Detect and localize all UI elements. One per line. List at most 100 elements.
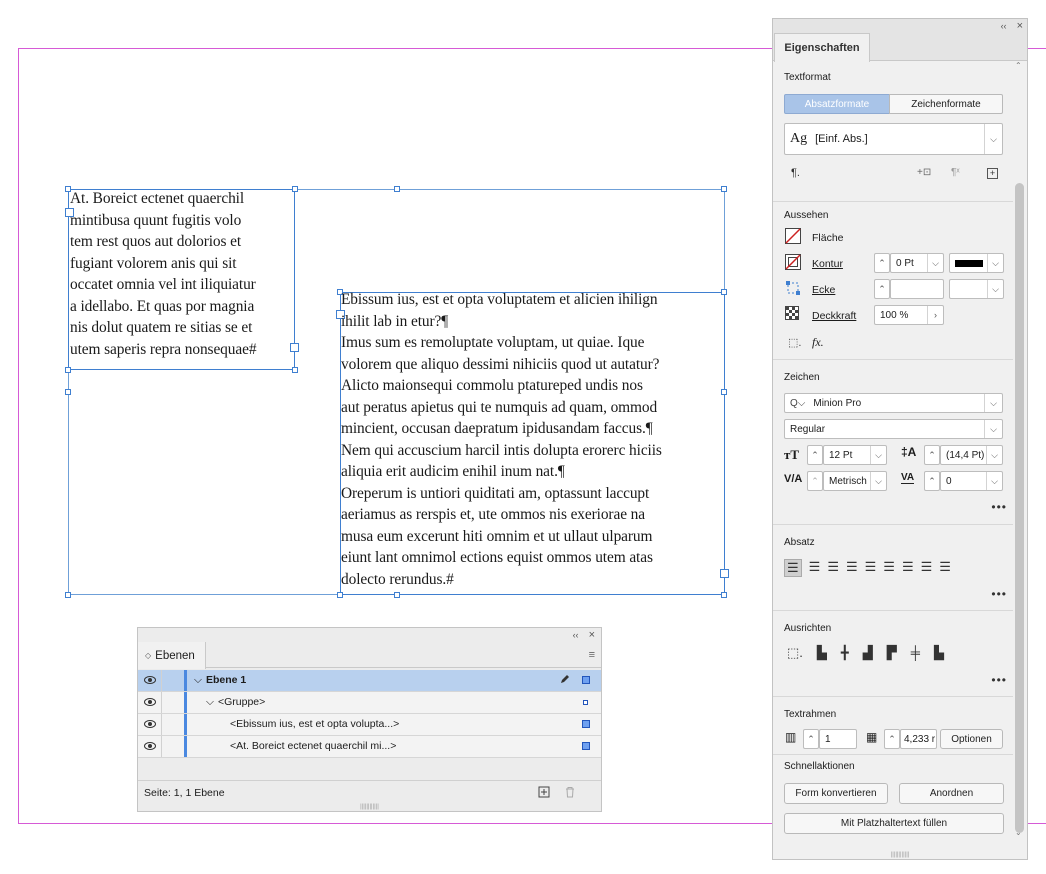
opacity-label[interactable]: Deckkraft [812, 310, 856, 322]
align-horizontal-centers-icon[interactable]: ╋ [841, 645, 849, 661]
tracking-input[interactable]: 0 ⌵ [940, 471, 1003, 491]
selection-square-icon[interactable] [582, 742, 590, 750]
resize-grip[interactable]: |||||||||||| [138, 803, 601, 811]
pilcrow-icon[interactable]: ¶. [791, 167, 800, 179]
align-to-selection-icon[interactable]: ⬚. [787, 645, 803, 661]
eye-icon[interactable] [144, 719, 156, 732]
out-port[interactable] [290, 343, 299, 352]
paragraph-styles-button[interactable]: Absatzformate [784, 94, 890, 114]
layer-row[interactable]: <Ebissum ius, est et opta volupta...> [138, 714, 601, 736]
columns-stepper[interactable]: ⌃ [803, 729, 819, 749]
justify-left-icon[interactable]: ☰ [846, 559, 858, 577]
group-handle[interactable] [721, 389, 727, 395]
tab-properties[interactable]: Eigenschaften [774, 33, 870, 62]
new-layer-icon[interactable] [538, 786, 550, 801]
corner-radius-input[interactable] [890, 279, 944, 299]
align-left-edges-icon[interactable]: ▙ [817, 645, 827, 661]
stroke-type-select[interactable]: ⌵ [949, 253, 1004, 273]
tracking-stepper[interactable]: ⌃ [924, 471, 940, 491]
character-styles-button[interactable]: Zeichenformate [889, 94, 1003, 114]
more-options-icon[interactable]: ••• [991, 673, 1007, 687]
frame-handle[interactable] [721, 289, 727, 295]
selection-square-icon[interactable] [582, 676, 590, 684]
panel-menu-icon[interactable]: ≡ [589, 649, 595, 661]
leading-stepper[interactable]: ⌃ [924, 445, 940, 465]
align-center-icon[interactable]: ☰ [809, 559, 821, 577]
font-size-stepper[interactable]: ⌃ [807, 445, 823, 465]
layer-row[interactable]: ⌵ <Gruppe> [138, 692, 601, 714]
fill-placeholder-text-button[interactable]: Mit Platzhaltertext füllen [784, 813, 1004, 834]
corner-label[interactable]: Ecke [812, 284, 835, 296]
chevron-down-icon[interactable]: ⌵ [206, 696, 214, 708]
frame-handle[interactable] [292, 367, 298, 373]
lock-column[interactable] [161, 714, 162, 735]
close-panel-icon[interactable]: × [1017, 20, 1023, 32]
align-right-edges-icon[interactable]: ▟ [863, 645, 873, 661]
font-family-select[interactable]: Q⌵ Minion Pro ⌵ [784, 393, 1003, 413]
group-handle[interactable] [394, 186, 400, 192]
scroll-up-icon[interactable]: ⌃ [1015, 61, 1022, 70]
corner-stepper[interactable]: ⌃ [874, 279, 890, 299]
corner-shape-select[interactable]: ⌵ [949, 279, 1004, 299]
chevron-down-icon[interactable]: ⌵ [194, 674, 202, 686]
justify-right-icon[interactable]: ☰ [883, 559, 895, 577]
tab-layers[interactable]: ◇ Ebenen [138, 642, 206, 669]
eye-icon[interactable] [144, 741, 156, 754]
eye-icon[interactable] [144, 697, 156, 710]
resize-grip[interactable]: |||||||||||| [773, 851, 1027, 859]
fill-swatch-icon[interactable] [785, 228, 801, 244]
scroll-down-icon[interactable]: ⌄ [1015, 828, 1022, 837]
columns-input[interactable]: 1 [819, 729, 857, 749]
leading-input[interactable]: (14,4 Pt) ⌵ [940, 445, 1003, 465]
new-style-icon[interactable]: + [987, 168, 998, 179]
align-towards-spine-icon[interactable]: ☰ [921, 559, 933, 577]
layer-row[interactable]: <At. Boreict ectenet quaerchil mi...> [138, 736, 601, 758]
kerning-input[interactable]: Metrisch ⌵ [823, 471, 887, 491]
story-text-a[interactable]: At. Boreict ectenet quaerchil mintibusa … [70, 188, 257, 360]
group-handle[interactable] [65, 592, 71, 598]
gutter-input[interactable]: 4,233 r [900, 729, 937, 749]
more-options-icon[interactable]: ••• [991, 500, 1007, 514]
justify-center-icon[interactable]: ☰ [865, 559, 877, 577]
frame-handle[interactable] [292, 186, 298, 192]
opacity-icon[interactable] [785, 306, 801, 322]
trash-icon[interactable] [564, 786, 576, 801]
group-handle[interactable] [65, 389, 71, 395]
group-handle[interactable] [394, 592, 400, 598]
stroke-weight-input[interactable]: 0 Pt ⌵ [890, 253, 944, 273]
stroke-stepper[interactable]: ⌃ [874, 253, 890, 273]
out-port[interactable] [720, 569, 729, 578]
scrollbar-thumb[interactable] [1015, 183, 1024, 833]
lock-column[interactable] [161, 670, 162, 691]
panel-scrollbar[interactable]: ⌃ ⌄ [1015, 61, 1024, 837]
convert-shape-button[interactable]: Form konvertieren [784, 783, 888, 804]
collapse-panel-icon[interactable]: ‹‹ [1001, 21, 1007, 31]
align-vertical-centers-icon[interactable]: ╪ [911, 645, 920, 661]
fx-icon[interactable]: fx. [812, 335, 824, 350]
close-panel-icon[interactable]: × [589, 629, 595, 641]
collapse-panel-icon[interactable]: ‹‹ [573, 630, 579, 640]
opacity-input[interactable]: 100 % › [874, 305, 944, 325]
align-top-edges-icon[interactable]: ▛ [887, 645, 897, 661]
text-frame-options-button[interactable]: Optionen [940, 729, 1003, 749]
layer-row[interactable]: ⌵ Ebene 1 [138, 670, 601, 692]
font-size-input[interactable]: 12 Pt ⌵ [823, 445, 887, 465]
paragraph-style-select[interactable]: Ag [Einf. Abs.] ⌵ [784, 123, 1003, 155]
lock-column[interactable] [161, 692, 162, 713]
align-left-icon[interactable]: ☰ [784, 559, 802, 577]
group-handle[interactable] [721, 592, 727, 598]
lock-column[interactable] [161, 736, 162, 757]
arrange-button[interactable]: Anordnen [899, 783, 1004, 804]
font-style-select[interactable]: Regular ⌵ [784, 419, 1003, 439]
justify-all-icon[interactable]: ☰ [902, 559, 914, 577]
selection-square-icon[interactable] [583, 700, 588, 705]
frame-handle[interactable] [65, 367, 71, 373]
stroke-label[interactable]: Kontur [812, 258, 843, 270]
story-text-b[interactable]: Ebissum ius, est et opta voluptatem et a… [341, 289, 662, 590]
align-bottom-edges-icon[interactable]: ▙ [934, 645, 944, 661]
more-options-icon[interactable]: ••• [991, 587, 1007, 601]
selection-square-icon[interactable] [582, 720, 590, 728]
apply-style-icon[interactable]: +⊡ [917, 167, 931, 178]
corner-icon[interactable] [785, 280, 801, 296]
frame-handle[interactable] [337, 592, 343, 598]
